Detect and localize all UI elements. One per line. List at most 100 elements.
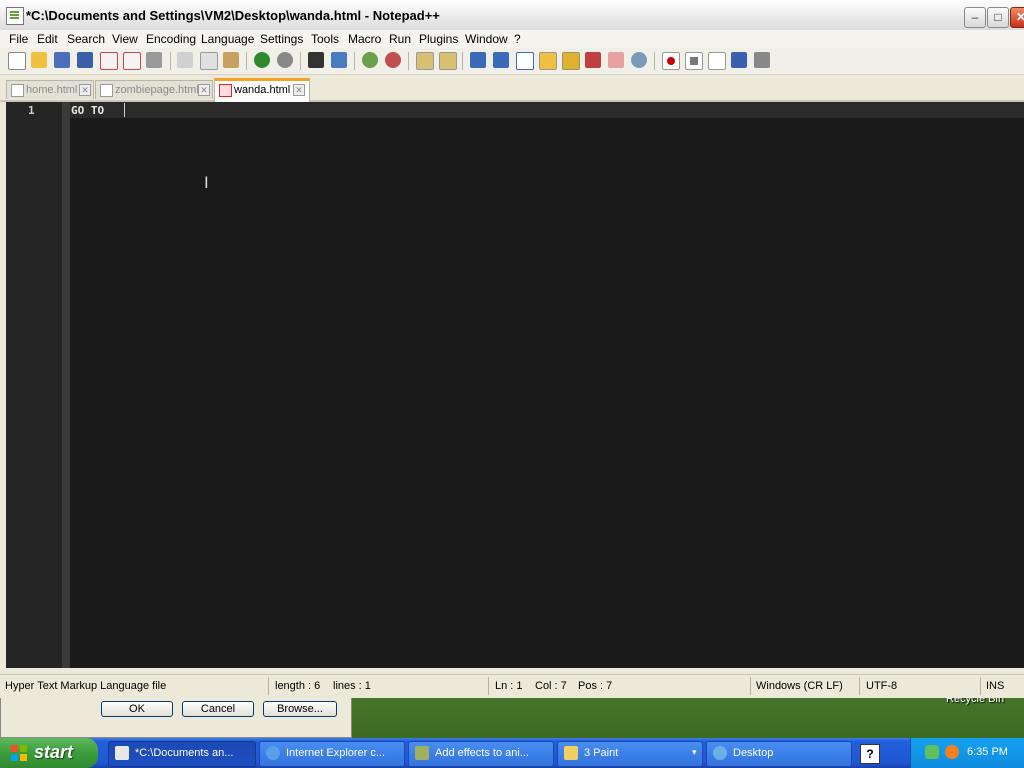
task-label: 3 Paint [584,747,619,759]
ie-icon [266,746,280,760]
word-wrap-icon[interactable] [470,52,486,68]
start-label: start [34,742,74,762]
undo-icon[interactable] [254,52,270,68]
menu-file[interactable]: File [9,32,28,46]
cancel-button[interactable]: Cancel [182,701,254,717]
function-list-icon[interactable] [585,52,601,68]
menu-help[interactable]: ? [514,32,521,46]
print-icon[interactable] [146,52,162,68]
tab-close-icon[interactable]: ✕ [198,84,210,96]
menu-plugins[interactable]: Plugins [419,32,458,46]
menu-edit[interactable]: Edit [37,32,58,46]
network-icon[interactable] [925,745,939,759]
indent-guide-icon[interactable] [516,52,534,70]
play-macro-icon[interactable] [708,52,726,70]
zoom-in-icon[interactable] [362,52,378,68]
redo-icon[interactable] [277,52,293,68]
ok-button[interactable]: OK [101,701,173,717]
tab-label: zombiepage.html [115,84,199,96]
cut-icon[interactable] [177,52,193,68]
tab-close-icon[interactable]: ✕ [293,84,305,96]
stop-macro-icon[interactable] [685,52,703,70]
menu-search[interactable]: Search [67,32,105,46]
text-caret [124,103,125,117]
zoom-out-icon[interactable] [385,52,401,68]
save-all-icon[interactable] [77,52,93,68]
save-icon[interactable] [54,52,70,68]
desktop-icon [713,746,727,760]
tab-bar: home.html ✕ zombiepage.html ✕ wanda.html… [0,78,1024,102]
find-icon[interactable] [308,52,324,68]
status-eol[interactable]: Windows (CR LF) [756,680,843,692]
file-icon [11,84,24,97]
status-lines: lines : 1 [333,680,371,692]
current-line-highlight [70,102,1024,118]
close-button[interactable]: ✕ [1010,7,1024,28]
menu-language[interactable]: Language [201,32,254,46]
folder-workspace-icon[interactable] [608,52,624,68]
start-button[interactable]: start [0,738,98,768]
task-internet-explorer[interactable]: Internet Explorer c... [259,741,405,767]
replace-icon[interactable] [331,52,347,68]
paste-icon[interactable] [223,52,239,68]
paint-icon [564,746,578,760]
browse-button[interactable]: Browse... [263,701,337,717]
menu-tools[interactable]: Tools [311,32,339,46]
sync-vertical-icon[interactable] [416,52,434,70]
chevron-down-icon: ▾ [692,747,697,757]
user-language-icon[interactable] [539,52,557,70]
close-icon[interactable] [100,52,118,70]
task-paint-group[interactable]: 3 Paint ▾ [557,741,703,767]
tab-close-icon[interactable]: ✕ [79,84,91,96]
task-label: *C:\Documents an... [135,747,234,759]
status-encoding[interactable]: UTF-8 [866,680,897,692]
title-bar[interactable]: *C:\Documents and Settings\VM2\Desktop\w… [0,0,1024,31]
monitor-icon[interactable] [631,52,647,68]
tab-home-html[interactable]: home.html ✕ [6,80,94,99]
task-label: Internet Explorer c... [286,747,386,759]
open-file-icon[interactable] [31,52,47,68]
new-file-icon[interactable] [8,52,26,70]
show-all-chars-icon[interactable] [493,52,509,68]
task-add-effects[interactable]: Add effects to ani... [408,741,554,767]
doc-map-icon[interactable] [562,52,580,70]
menu-window[interactable]: Window [465,32,508,46]
search-icon[interactable] [945,745,959,759]
menu-run[interactable]: Run [389,32,411,46]
app-icon [415,746,429,760]
task-desktop[interactable]: Desktop [706,741,852,767]
code-line[interactable]: GO TO [71,104,111,117]
status-file-type: Hyper Text Markup Language file [5,680,167,692]
copy-icon[interactable] [200,52,218,70]
maximize-button[interactable]: □ [987,7,1009,28]
menu-settings[interactable]: Settings [260,32,303,46]
help-icon[interactable]: ? [860,744,880,764]
tab-zombiepage-html[interactable]: zombiepage.html ✕ [95,80,213,99]
system-tray: 6:35 PM [910,738,1024,768]
run-macro-multiple-icon[interactable] [731,52,747,68]
editor-area[interactable]: 1 GO TO I [6,102,1024,668]
record-macro-icon[interactable] [662,52,680,70]
status-bar: Hyper Text Markup Language file length :… [0,674,1024,697]
notepad-app-icon[interactable] [6,7,24,25]
file-icon [100,84,113,97]
close-all-icon[interactable] [123,52,141,70]
file-icon [219,84,232,97]
sync-horizontal-icon[interactable] [439,52,457,70]
tab-label: wanda.html [234,84,291,96]
clock[interactable]: 6:35 PM [967,746,1008,758]
menu-bar: File Edit Search View Encoding Language … [0,30,1024,48]
status-insert-mode[interactable]: INS [986,680,1004,692]
menu-macro[interactable]: Macro [348,32,381,46]
menu-view[interactable]: View [112,32,138,46]
save-macro-icon[interactable] [754,52,770,68]
notepad-window: *C:\Documents and Settings\VM2\Desktop\w… [0,0,1024,698]
minimize-button[interactable]: ‒ [964,7,986,28]
tab-wanda-html[interactable]: wanda.html ✕ [214,78,310,102]
task-notepad[interactable]: *C:\Documents an... [108,741,256,767]
background-dialog: OK Cancel Browse... [0,696,352,738]
task-label: Add effects to ani... [435,747,529,759]
menu-encoding[interactable]: Encoding [146,32,196,46]
fold-margin[interactable] [62,102,70,668]
windows-logo-icon [11,745,27,761]
